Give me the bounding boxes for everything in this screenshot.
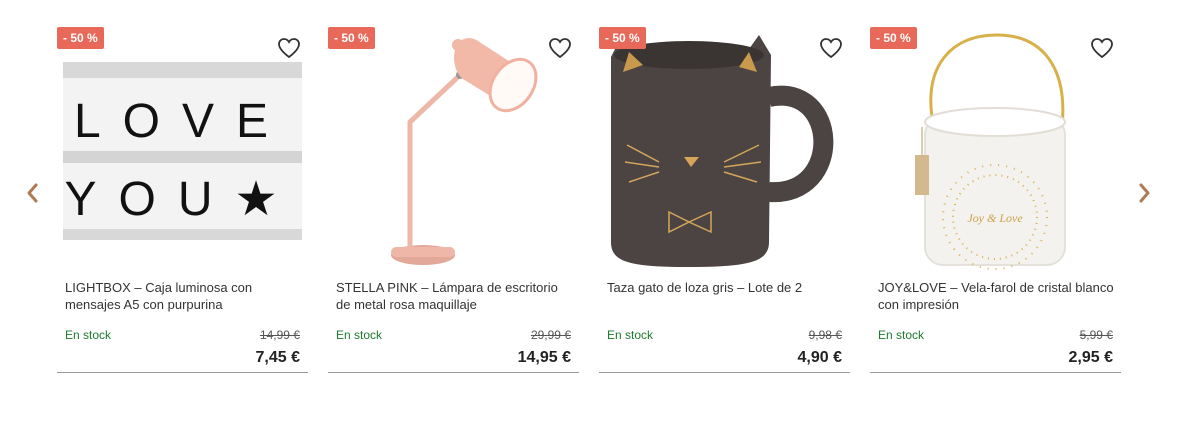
chevron-left-icon	[27, 183, 38, 203]
divider	[599, 372, 850, 373]
candle-text: Joy & Love	[967, 211, 1023, 225]
product-title[interactable]: Taza gato de loza gris – Lote de 2	[607, 279, 845, 296]
stock-status: En stock	[607, 328, 654, 342]
current-price: 7,45 €	[255, 349, 300, 366]
divider	[57, 372, 308, 373]
current-price: 4,90 €	[797, 349, 842, 366]
stock-status: En stock	[65, 328, 112, 342]
cat-mug-image[interactable]	[599, 27, 850, 272]
current-price: 14,95 €	[517, 349, 571, 366]
heart-icon[interactable]	[277, 37, 301, 59]
discount-badge: - 50 %	[328, 27, 375, 49]
stock-status: En stock	[336, 328, 383, 342]
lightbox-text-line1: LOVE	[74, 95, 290, 148]
divider	[328, 372, 579, 373]
lightbox-image[interactable]: LOVE YOU★	[57, 27, 308, 272]
heart-icon[interactable]	[548, 37, 572, 59]
discount-badge: - 50 %	[57, 27, 104, 49]
product-card[interactable]: - 50 % Taza gato de loza gris – Lote de …	[599, 27, 850, 374]
chevron-right-icon	[1139, 183, 1150, 203]
divider	[870, 372, 1121, 373]
product-carousel: - 50 % LOVE YOU★ LIGHTBOX – Caja luminos…	[0, 0, 1185, 422]
product-card[interactable]: - 50 % STELLA PINK – Lámpara de escritor…	[328, 27, 579, 374]
old-price: 14,99 €	[259, 328, 300, 342]
discount-badge: - 50 %	[599, 27, 646, 49]
product-card[interactable]: - 50 % LOVE YOU★ LIGHTBOX – Caja luminos…	[57, 27, 308, 374]
candle-lantern-image[interactable]: Joy & Love	[870, 27, 1121, 272]
product-title[interactable]: LIGHTBOX – Caja luminosa con mensajes A5…	[65, 279, 303, 313]
heart-icon[interactable]	[1090, 37, 1114, 59]
heart-icon[interactable]	[819, 37, 843, 59]
desk-lamp-image[interactable]	[328, 27, 579, 272]
carousel-prev-button[interactable]	[20, 178, 44, 208]
old-price: 5,99 €	[1079, 328, 1113, 342]
lightbox-text-line2: YOU★	[64, 173, 299, 226]
carousel-next-button[interactable]	[1133, 178, 1157, 208]
product-card[interactable]: - 50 % Joy & Love JOY&LOVE – Vela-farol …	[870, 27, 1121, 374]
discount-badge: - 50 %	[870, 27, 917, 49]
old-price: 29,99 €	[530, 328, 571, 342]
old-price: 9,98 €	[808, 328, 842, 342]
product-title[interactable]: STELLA PINK – Lámpara de escritorio de m…	[336, 279, 574, 313]
current-price: 2,95 €	[1068, 349, 1113, 366]
product-title[interactable]: JOY&LOVE – Vela-farol de cristal blanco …	[878, 279, 1116, 313]
stock-status: En stock	[878, 328, 925, 342]
